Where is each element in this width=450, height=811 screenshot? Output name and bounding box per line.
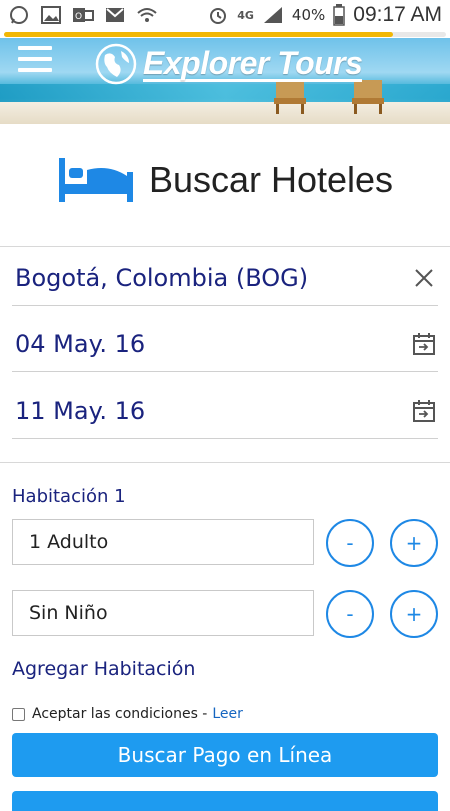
explorer-tours-logo[interactable]: Explorer Tours xyxy=(95,43,363,85)
page-title: Buscar Hoteles xyxy=(148,159,394,200)
whatsapp-icon xyxy=(10,6,28,24)
bed-icon xyxy=(58,158,133,202)
outlook-icon: O xyxy=(73,8,94,22)
header-banner: Explorer Tours xyxy=(0,38,450,124)
status-bar: O 4G 40% 09:17 AM xyxy=(0,0,450,30)
checkin-value[interactable]: 04 May. 16 xyxy=(12,330,145,358)
destination-field[interactable]: Bogotá, Colombia (BOG) xyxy=(12,250,438,306)
add-room-link[interactable]: Agregar Habitación xyxy=(12,658,195,680)
battery-icon xyxy=(333,4,346,26)
hamburger-menu-icon[interactable] xyxy=(18,46,52,74)
divider xyxy=(0,462,450,463)
battery-percent: 40% xyxy=(291,6,326,24)
adults-plus-button[interactable]: + xyxy=(390,519,438,567)
adults-count: 1 Adulto xyxy=(12,519,314,565)
logo-text: Explorer Tours xyxy=(143,44,363,82)
checkout-value[interactable]: 11 May. 16 xyxy=(12,397,145,425)
gallery-icon xyxy=(41,6,61,24)
progress-fill xyxy=(4,32,393,37)
search-pay-online-button[interactable]: Buscar Pago en Línea xyxy=(12,733,438,777)
page-title-row: Buscar Hoteles xyxy=(0,150,450,210)
checkin-date-field[interactable]: 04 May. 16 xyxy=(12,316,438,372)
calendar-icon[interactable] xyxy=(410,330,438,358)
divider xyxy=(0,246,450,247)
terms-row: Aceptar las condiciones - Leer xyxy=(12,706,243,722)
calendar-icon[interactable] xyxy=(410,397,438,425)
loading-progress xyxy=(0,30,450,38)
svg-text:O: O xyxy=(75,12,82,22)
signal-icon xyxy=(263,7,282,23)
globe-icon xyxy=(95,43,137,85)
children-count: Sin Niño xyxy=(12,590,314,636)
alarm-icon xyxy=(210,8,227,24)
gmail-icon xyxy=(106,8,124,22)
wifi-icon xyxy=(137,8,157,22)
secondary-button[interactable] xyxy=(12,791,438,811)
terms-label: Aceptar las condiciones - xyxy=(32,706,208,722)
destination-value[interactable]: Bogotá, Colombia (BOG) xyxy=(12,264,308,292)
terms-checkbox[interactable] xyxy=(12,707,25,721)
close-icon[interactable] xyxy=(410,264,438,292)
checkout-date-field[interactable]: 11 May. 16 xyxy=(12,383,438,439)
room-label: Habitación 1 xyxy=(12,486,126,507)
children-minus-button[interactable]: - xyxy=(326,590,374,638)
clock: 09:17 AM xyxy=(353,3,442,26)
network-type: 4G xyxy=(237,8,254,22)
terms-read-link[interactable]: Leer xyxy=(212,706,243,722)
children-plus-button[interactable]: + xyxy=(390,590,438,638)
adults-minus-button[interactable]: - xyxy=(326,519,374,567)
